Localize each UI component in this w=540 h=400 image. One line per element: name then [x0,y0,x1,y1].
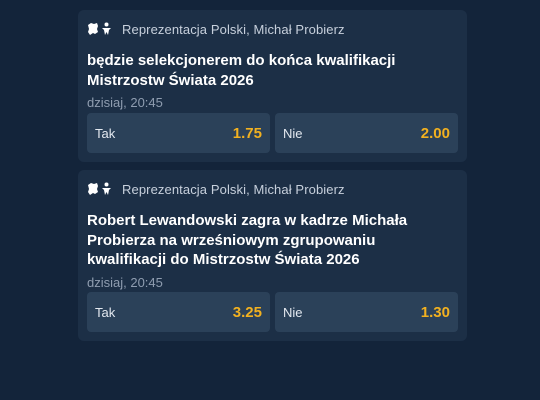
odds-button-no[interactable]: Nie 2.00 [275,113,458,153]
market-title: będzie selekcjonerem do końca kwalifikac… [87,52,396,89]
market-meta: Reprezentacja Polski, Michał Probierz [87,19,458,39]
odds-row: Tak 3.25 Nie 1.30 [87,292,458,332]
odds-value: 1.30 [420,303,450,321]
odds-value: 3.25 [232,303,262,321]
football-player-icon [102,22,111,35]
odds-label: Tak [95,125,116,141]
odds-button-yes[interactable]: Tak 1.75 [87,113,270,153]
market-category: Reprezentacja Polski, Michał Probierz [122,181,345,197]
odds-label: Nie [283,304,303,320]
odds-value: 1.75 [232,124,262,142]
markets-page: Reprezentacja Polski, Michał Probierz bę… [0,0,540,400]
market-card: Reprezentacja Polski, Michał Probierz Ro… [78,170,467,341]
market-title: Robert Lewandowski zagra w kadrze Michał… [87,212,408,268]
category-icons [87,179,113,199]
market-card: Reprezentacja Polski, Michał Probierz bę… [78,10,467,162]
odds-label: Tak [95,304,116,320]
category-icons [87,19,113,39]
market-time: dzisiaj, 20:45 [87,95,163,110]
odds-button-no[interactable]: Nie 1.30 [275,292,458,332]
football-player-icon [102,182,111,195]
odds-button-yes[interactable]: Tak 3.25 [87,292,270,332]
market-time: dzisiaj, 20:45 [87,274,163,290]
poland-map-icon [88,183,98,195]
market-meta: Reprezentacja Polski, Michał Probierz [87,179,458,199]
odds-row: Tak 1.75 Nie 2.00 [87,113,458,153]
poland-map-icon [88,23,98,35]
odds-value: 2.00 [420,124,450,142]
odds-label: Nie [283,125,303,141]
market-category: Reprezentacja Polski, Michał Probierz [122,21,345,37]
